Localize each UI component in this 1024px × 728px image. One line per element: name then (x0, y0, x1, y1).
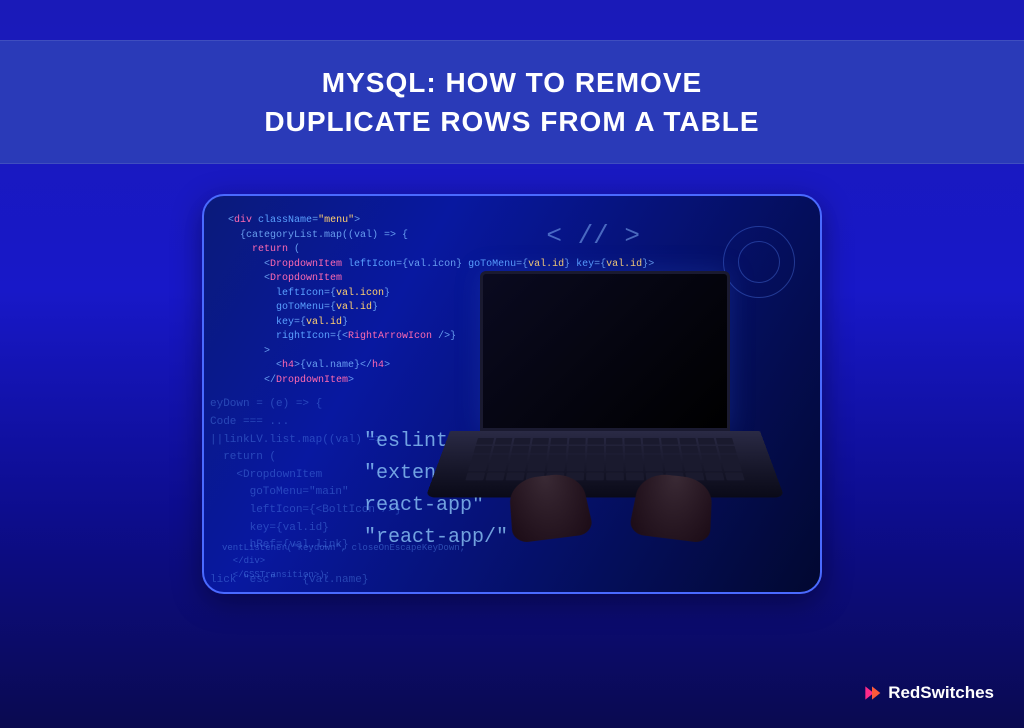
laptop-keyboard (465, 438, 744, 480)
brand-name: RedSwitches (888, 683, 994, 703)
right-hand (628, 472, 713, 544)
hands-illustration (496, 476, 726, 549)
hero-image-frame: < // > <div className="menu"> {categoryL… (202, 194, 822, 594)
title-line-1: MYSQL: HOW TO REMOVE (322, 67, 702, 98)
laptop-screen (480, 271, 730, 431)
laptop-base (425, 431, 784, 497)
laptop-illustration (450, 271, 760, 551)
code-bracket-icon: < // > (546, 221, 640, 251)
brand-logo: RedSwitches (862, 683, 994, 703)
code-snippet-bottom: ventListener("keydown", closeOnEscapeKey… (222, 542, 465, 583)
hero-container: < // > <div className="menu"> {categoryL… (0, 194, 1024, 594)
title-bar: MYSQL: HOW TO REMOVE DUPLICATE ROWS FROM… (0, 40, 1024, 164)
redswitches-icon (862, 683, 882, 703)
left-hand (509, 472, 595, 544)
title-line-2: DUPLICATE ROWS FROM A TABLE (264, 106, 759, 137)
page-title: MYSQL: HOW TO REMOVE DUPLICATE ROWS FROM… (0, 63, 1024, 141)
